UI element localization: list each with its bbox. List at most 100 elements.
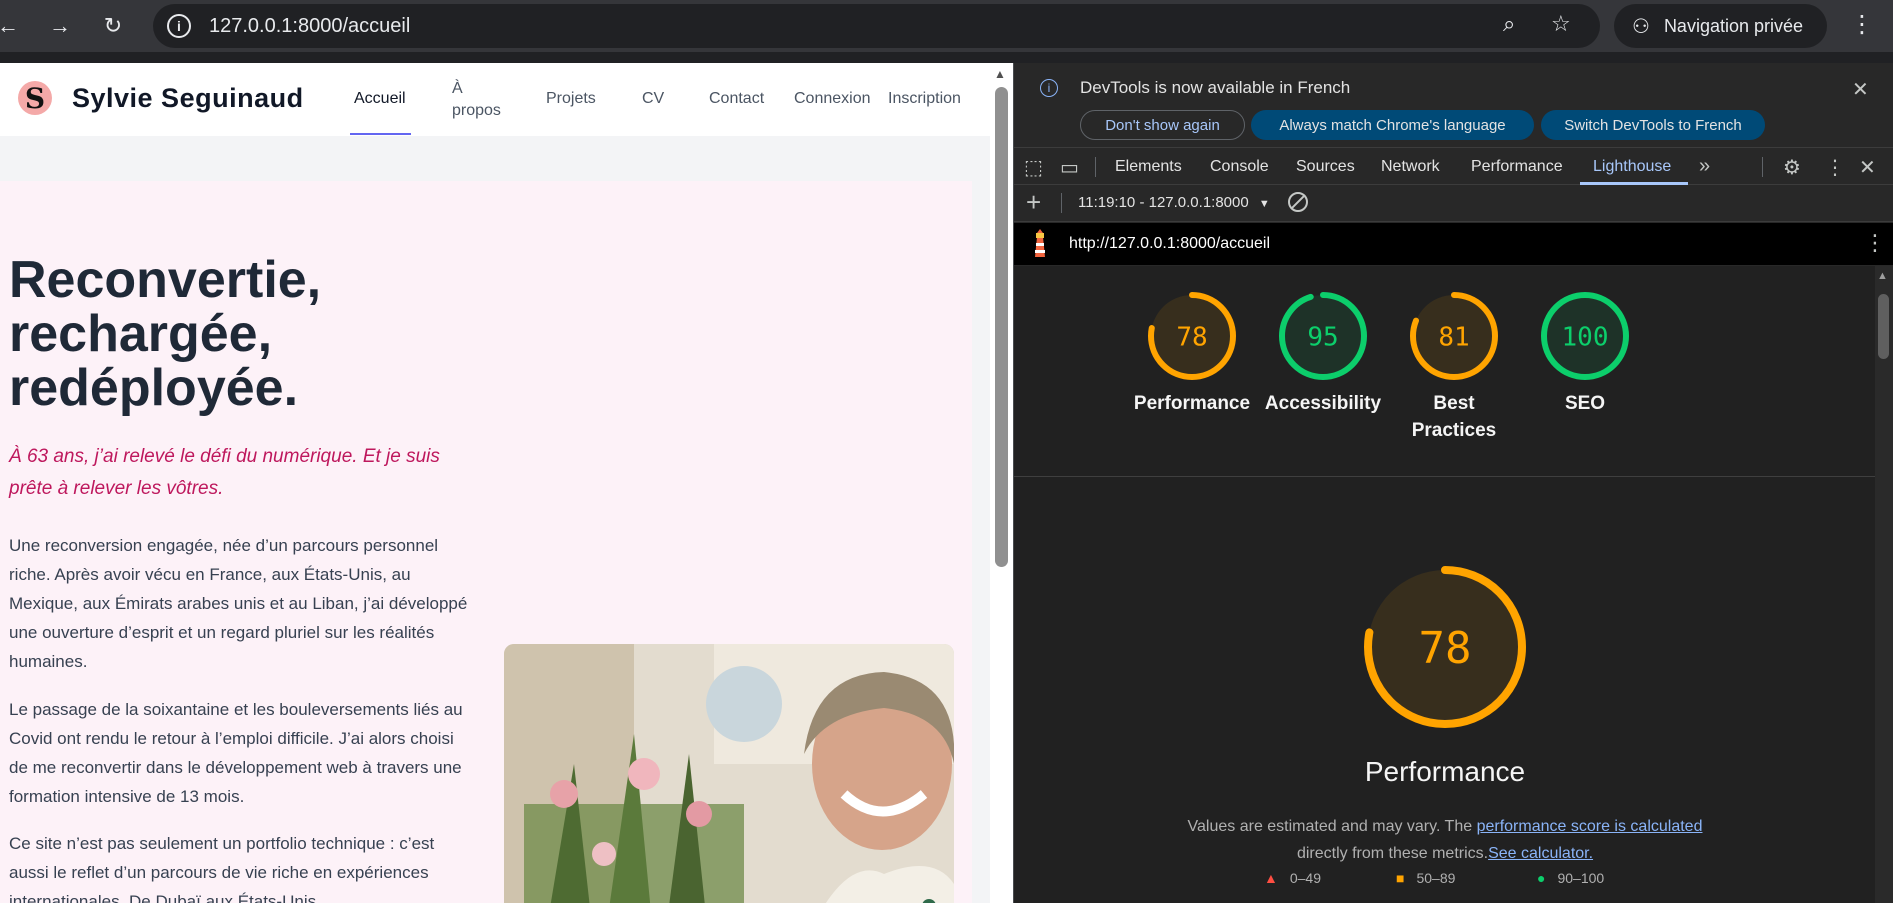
new-report-icon[interactable]: + (1026, 187, 1041, 218)
legend-fail-label: 0–49 (1289, 870, 1322, 886)
nav-accueil[interactable]: Accueil (354, 88, 406, 110)
devtools-scrollbar-thumb[interactable] (1878, 294, 1889, 359)
language-notice: i DevTools is now available in French ✕ … (1014, 63, 1893, 148)
forward-icon[interactable]: → (40, 6, 80, 46)
score-calculated-link[interactable]: performance score is calculated (1477, 818, 1703, 835)
performance-explanation: Values are estimated and may vary. The p… (1014, 813, 1876, 867)
clear-reports-icon[interactable] (1288, 192, 1308, 212)
circle-icon: ● (1537, 870, 1546, 886)
reload-icon[interactable]: ↻ (93, 6, 133, 46)
hero-title: Reconvertie, rechargée, redéployée. (9, 251, 322, 417)
score-gauge-accessibility-value: 95 (1307, 322, 1338, 352)
hero-paragraph-1: Une reconversion engagée, née d’un parco… (9, 536, 468, 671)
report-url: http://127.0.0.1:8000/accueil (1069, 235, 1271, 252)
main-performance-value: 78 (1419, 623, 1472, 674)
private-label: Navigation privée (1663, 15, 1804, 36)
toolbar-separator (1762, 157, 1763, 177)
hero-paragraph-2: Le passage de la soixantaine et les boul… (9, 700, 463, 806)
legend-pass-label: 90–100 (1557, 870, 1605, 886)
nav-cv[interactable]: CV (642, 88, 664, 110)
legend-average: ■ 50–89 (1396, 870, 1455, 886)
devtools-scroll-up-icon[interactable]: ▲ (1877, 270, 1888, 282)
score-gauge-best-practices-ring: 81 (1410, 292, 1498, 380)
site-logo[interactable]: S (18, 81, 52, 115)
tab-performance[interactable]: Performance (1471, 158, 1563, 176)
back-icon[interactable]: ← (0, 6, 28, 46)
toolbar-separator (1061, 193, 1062, 213)
nav-contact[interactable]: Contact (709, 88, 764, 110)
tab-lighthouse[interactable]: Lighthouse (1593, 158, 1671, 176)
browser-toolbar: ← → ↻ i 127.0.0.1:8000/accueil ⌕ ☆ ⚇ Nav… (0, 0, 1893, 52)
hero-section: Reconvertie, rechargée, redéployée. À 63… (0, 181, 972, 903)
nav-inscription[interactable]: Inscription (888, 88, 961, 110)
report-url-bar: http://127.0.0.1:8000/accueil ⋮ (1014, 223, 1893, 265)
address-url[interactable]: 127.0.0.1:8000/accueil (209, 15, 410, 38)
lighthouse-icon (1035, 229, 1045, 257)
match-language-button[interactable]: Always match Chrome's language (1251, 110, 1534, 140)
score-label-seo: SEO (1564, 393, 1606, 414)
notice-message: DevTools is now available in French (1080, 78, 1351, 97)
square-icon: ■ (1396, 870, 1405, 886)
see-calculator-link[interactable]: See calculator. (1488, 845, 1593, 862)
legend-fail: ▲ 0–49 (1264, 870, 1321, 886)
hero-paragraph-3: Ce site n’est pas seulement un portfolio… (9, 834, 435, 903)
close-devtools-icon[interactable]: ✕ (1859, 155, 1876, 180)
score-gauge-seo-value: 100 (1562, 322, 1609, 352)
score-gauge-seo[interactable]: 100 SEO (1525, 292, 1645, 417)
nav-projets[interactable]: Projets (546, 88, 596, 110)
lighthouse-report: 78 Performance 95 Accessibility 81 Best Pract… (1014, 266, 1876, 903)
info-icon: i (1040, 79, 1058, 97)
triangle-icon: ▲ (1264, 870, 1278, 886)
devtools-panel: i DevTools is now available in French ✕ … (1013, 63, 1893, 903)
explain-middle: directly from these metrics. (1296, 845, 1489, 862)
incognito-icon: ⚇ (1632, 15, 1650, 38)
score-gauge-performance[interactable]: 78 Performance (1132, 292, 1252, 417)
devtools-menu-icon[interactable]: ⋮ (1825, 155, 1845, 180)
legend-pass: ● 90–100 (1537, 870, 1604, 886)
inspect-element-icon[interactable]: ⬚ (1024, 155, 1043, 180)
more-tabs-icon[interactable]: » (1699, 155, 1710, 178)
profile-photo (504, 644, 954, 903)
tab-elements[interactable]: Elements (1115, 158, 1182, 176)
address-bar[interactable]: i 127.0.0.1:8000/accueil ⌕ ☆ (153, 4, 1600, 48)
explain-prefix: Values are estimated and may vary. The (1187, 818, 1473, 835)
lighthouse-toolbar: + 11:19:10 - 127.0.0.1:8000 ▼ (1014, 185, 1893, 222)
score-gauge-accessibility-ring: 95 (1279, 292, 1367, 380)
score-gauge-best-practices[interactable]: 81 Best Practices (1394, 292, 1514, 444)
report-menu-icon[interactable]: ⋮ (1864, 230, 1886, 256)
switch-french-button[interactable]: Switch DevTools to French (1541, 110, 1765, 140)
devtools-tabbar: ⬚ ▭ Elements Console Sources Network Per… (1014, 149, 1893, 185)
tab-network[interactable]: Network (1381, 158, 1440, 176)
score-gauge-best-practices-value: 81 (1438, 322, 1469, 352)
page-scrollbar-thumb[interactable] (995, 87, 1008, 567)
bookmark-star-icon[interactable]: ☆ (1551, 11, 1571, 37)
score-label-best-practices: Best Practices (1411, 393, 1497, 441)
page-scroll-up-icon[interactable]: ▲ (994, 67, 1006, 81)
devtools-scrollbar[interactable] (1875, 266, 1893, 903)
report-selector[interactable]: 11:19:10 - 127.0.0.1:8000 ▼ (1078, 194, 1270, 211)
web-page: S Sylvie Seguinaud Accueil À propos Proj… (0, 63, 1013, 903)
nav-active-underline (350, 133, 411, 135)
settings-gear-icon[interactable]: ⚙ (1783, 155, 1801, 180)
toolbar-separator (1095, 157, 1096, 177)
report-divider (1014, 476, 1876, 477)
nav-connexion[interactable]: Connexion (794, 88, 871, 110)
device-toolbar-icon[interactable]: ▭ (1060, 155, 1079, 180)
zoom-icon[interactable]: ⌕ (1503, 11, 1515, 37)
dont-show-again-button[interactable]: Don't show again (1080, 110, 1245, 140)
report-selector-label: 11:19:10 - 127.0.0.1:8000 (1078, 194, 1249, 211)
main-performance-ring: 78 (1364, 566, 1526, 728)
score-gauge-performance-value: 78 (1176, 322, 1207, 352)
nav-a-propos[interactable]: À propos (452, 78, 512, 122)
tab-console[interactable]: Console (1210, 158, 1269, 176)
site-name[interactable]: Sylvie Seguinaud (72, 83, 304, 114)
site-info-icon[interactable]: i (167, 14, 191, 38)
close-icon[interactable]: ✕ (1852, 77, 1869, 102)
browser-menu-icon[interactable]: ⋮ (1850, 10, 1874, 39)
score-label-accessibility: Accessibility (1264, 393, 1382, 414)
private-mode-indicator[interactable]: ⚇ Navigation privée (1614, 4, 1827, 48)
chevron-down-icon: ▼ (1258, 198, 1270, 210)
score-gauge-accessibility[interactable]: 95 Accessibility (1263, 292, 1383, 417)
legend-average-label: 50–89 (1416, 870, 1456, 886)
tab-sources[interactable]: Sources (1296, 158, 1355, 176)
